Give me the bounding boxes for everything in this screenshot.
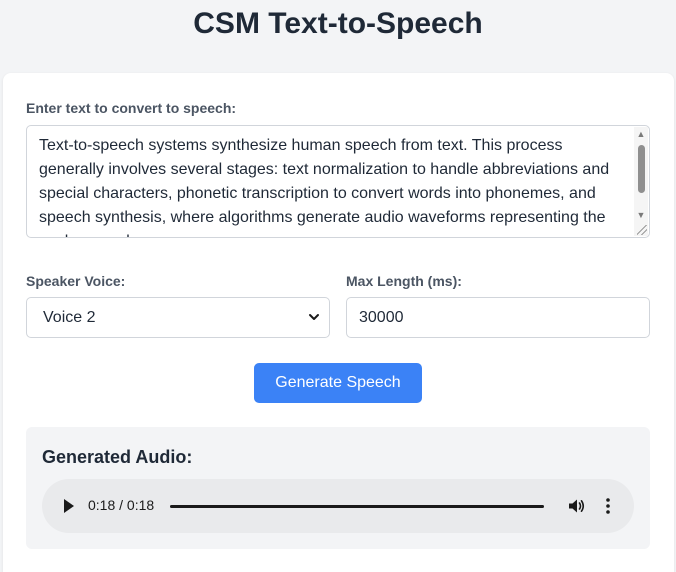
textarea-scrollbar[interactable]: ▲ ▼: [634, 127, 648, 236]
chevron-down-icon: [309, 314, 319, 320]
tts-card: Enter text to convert to speech: Text-to…: [3, 73, 674, 572]
speaker-voice-label: Speaker Voice:: [26, 273, 126, 289]
text-input-value: Text-to-speech systems synthesize human …: [39, 137, 610, 237]
audio-heading: Generated Audio:: [42, 447, 193, 467]
resize-grip-icon[interactable]: [637, 225, 647, 235]
max-length-label: Max Length (ms):: [346, 273, 462, 289]
speaker-voice-value: Voice 2: [43, 309, 96, 326]
max-length-value: 30000: [359, 309, 404, 326]
max-length-input[interactable]: 30000: [346, 297, 650, 338]
audio-progress-bar[interactable]: [170, 505, 544, 508]
volume-icon[interactable]: [567, 497, 585, 515]
audio-time: 0:18 / 0:18: [88, 497, 155, 513]
speaker-voice-select[interactable]: Voice 2: [26, 297, 330, 338]
page-title: CSM Text-to-Speech: [193, 7, 483, 40]
text-input-label: Enter text to convert to speech:: [26, 100, 237, 116]
audio-player[interactable]: 0:18 / 0:18: [42, 479, 634, 533]
text-input[interactable]: Text-to-speech systems synthesize human …: [26, 125, 650, 238]
audio-progress-fill: [170, 505, 544, 508]
more-vertical-icon[interactable]: [602, 497, 614, 515]
scroll-up-icon[interactable]: ▲: [634, 128, 648, 140]
generate-speech-button[interactable]: Generate Speech: [254, 363, 422, 403]
scroll-down-icon[interactable]: ▼: [634, 209, 648, 221]
audio-section: Generated Audio: 0:18 / 0:18: [26, 427, 650, 549]
play-icon[interactable]: [64, 499, 74, 513]
scroll-thumb[interactable]: [638, 145, 645, 193]
